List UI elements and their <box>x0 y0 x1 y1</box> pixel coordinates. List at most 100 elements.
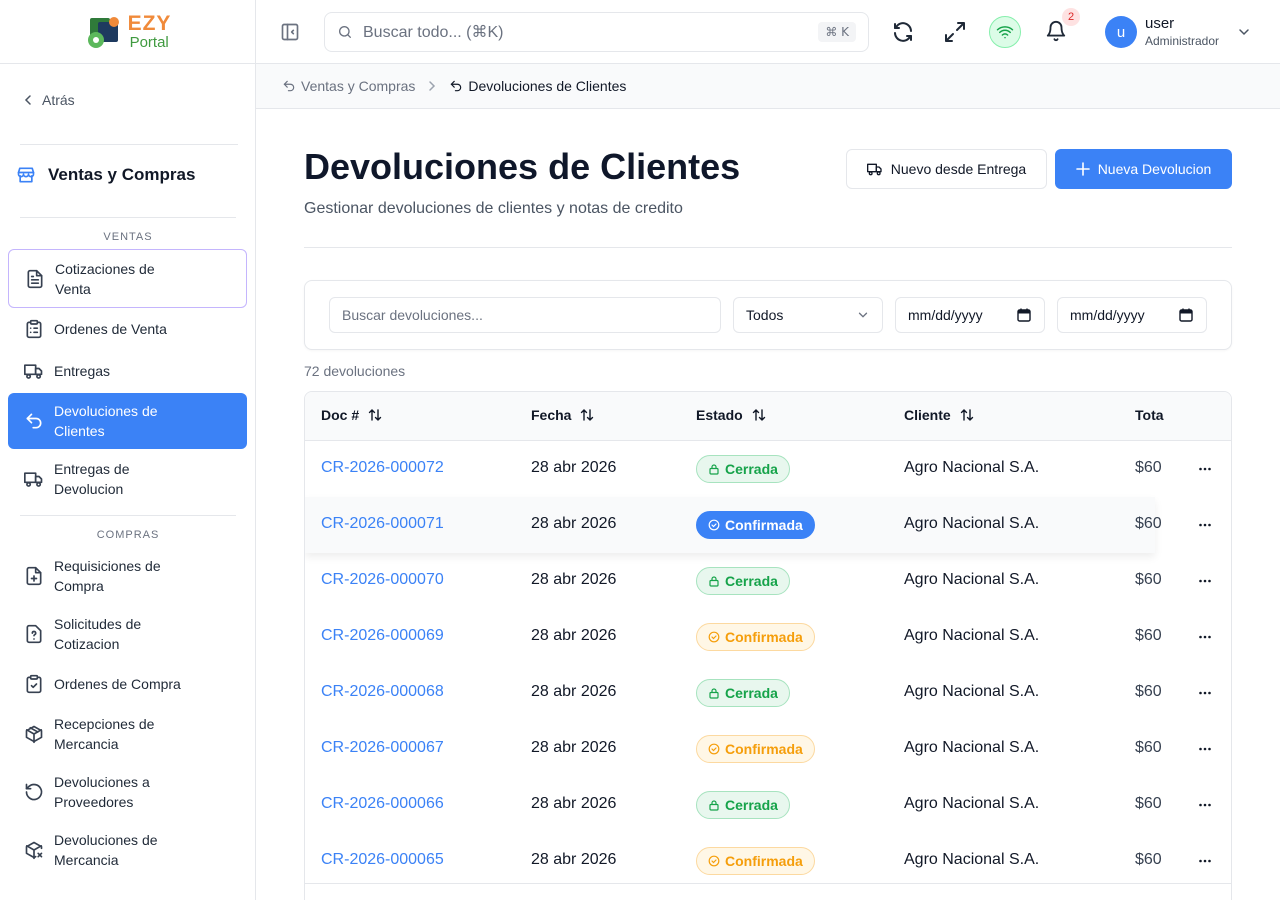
avatar[interactable]: u <box>1105 16 1137 48</box>
status-badge: Cerrada <box>696 791 790 819</box>
date-from-input[interactable]: mm/dd/yyyy <box>895 297 1045 333</box>
user-name[interactable]: user <box>1145 15 1174 32</box>
table-row[interactable]: CR-2026-000069 28 abr 2026 Confirmada Agro … <box>305 609 1231 665</box>
rotate-ccw-icon <box>25 783 43 801</box>
breadcrumb-item[interactable]: Ventas y Compras <box>282 78 415 94</box>
status-label: Cerrada <box>725 461 778 477</box>
table-row[interactable]: CR-2026-000067 28 abr 2026 Confirmada Agro … <box>305 721 1231 777</box>
divider <box>20 515 236 516</box>
sidebar-item-ordenes-venta[interactable]: Ordenes de Venta <box>8 316 247 342</box>
column-header-doc[interactable]: Doc # <box>321 407 383 423</box>
row-actions-button[interactable] <box>1197 685 1213 701</box>
status-badge: Confirmada <box>696 511 815 539</box>
search-placeholder: Buscar devoluciones... <box>342 307 483 323</box>
module-title: Ventas y Compras <box>16 165 195 185</box>
button-label: Nuevo desde Entrega <box>890 161 1027 177</box>
sidebar-item-recepciones[interactable]: Recepciones de Mercancia <box>8 714 247 754</box>
section-label-compras: COMPRAS <box>96 529 160 541</box>
more-horizontal-icon <box>1199 579 1211 583</box>
column-header-fecha[interactable]: Fecha <box>531 407 595 423</box>
refresh-button[interactable] <box>891 20 915 44</box>
sidebar-item-entregas[interactable]: Entregas <box>8 358 247 384</box>
status-badge: Confirmada <box>696 623 815 651</box>
doc-link[interactable]: CR-2026-000068 <box>321 683 444 701</box>
search-icon <box>339 26 351 38</box>
sidebar-item-entregas-devolucion[interactable]: Entregas de Devolucion <box>8 459 247 499</box>
global-search-input[interactable]: Buscar todo... (⌘K) ⌘ K <box>324 12 869 52</box>
status-filter-select[interactable]: Todos <box>733 297 883 333</box>
row-actions-button[interactable] <box>1197 741 1213 757</box>
calendar-icon[interactable] <box>1178 307 1194 323</box>
back-label: Atrás <box>42 92 75 108</box>
user-menu-button[interactable] <box>1236 24 1252 40</box>
returns-search-input[interactable]: Buscar devoluciones... <box>329 297 721 333</box>
sidebar-item-cotizaciones[interactable]: Cotizaciones de Venta <box>8 249 247 308</box>
table-row[interactable]: CR-2026-000070 28 abr 2026 Cerrada Agro Nac… <box>305 553 1231 609</box>
results-count: 72 devoluciones <box>304 363 406 379</box>
status-badge: Cerrada <box>696 679 790 707</box>
search-placeholder: Buscar todo... (⌘K) <box>363 24 504 41</box>
doc-link[interactable]: CR-2026-000070 <box>321 571 444 589</box>
sidebar-item-devoluciones-mercancia[interactable]: Devoluciones de Mercancia <box>8 830 247 870</box>
column-header-total[interactable]: Tota <box>1135 407 1165 423</box>
sidebar-item-devoluciones-clientes[interactable]: Devoluciones de Clientes <box>8 393 247 449</box>
sidebar-toggle-button[interactable] <box>280 22 300 42</box>
doc-link[interactable]: CR-2026-000071 <box>321 515 444 533</box>
table-row[interactable]: CR-2026-000066 28 abr 2026 Cerrada Agro Nac… <box>305 777 1231 833</box>
row-actions-button[interactable] <box>1197 573 1213 589</box>
sort-icon <box>581 409 594 421</box>
table-row[interactable]: CR-2026-000072 28 abr 2026 Cerrada Agro Nac… <box>305 441 1231 497</box>
select-value: Todos <box>746 307 784 323</box>
column-header-estado[interactable]: Estado <box>696 407 767 423</box>
back-link[interactable]: Atrás <box>22 92 75 108</box>
more-horizontal-icon <box>1199 747 1211 751</box>
total-cell: $60 <box>1135 795 1162 812</box>
customer-cell: Agro Nacional S.A. <box>904 683 1040 700</box>
column-header-cliente[interactable]: Cliente <box>904 407 975 423</box>
logo[interactable]: EZY Portal <box>0 0 255 64</box>
row-actions-button[interactable] <box>1197 517 1213 533</box>
sidebar-item-label: Solicitudes de Cotizacion <box>54 616 142 652</box>
check-circle-icon <box>708 743 720 755</box>
truck-icon <box>866 163 882 176</box>
sidebar-item-solicitudes-cotizacion[interactable]: Solicitudes de Cotizacion <box>8 614 247 654</box>
doc-link[interactable]: CR-2026-000072 <box>321 459 444 477</box>
connection-status-button[interactable] <box>989 16 1021 48</box>
fullscreen-button[interactable] <box>943 20 967 44</box>
check-circle-icon <box>708 631 720 643</box>
table-row[interactable]: CR-2026-000071 28 abr 2026 Confirmada Agro … <box>305 497 1211 553</box>
table-row[interactable]: CR-2026-000068 28 abr 2026 Cerrada Agro Nac… <box>305 665 1231 721</box>
doc-link[interactable]: CR-2026-000069 <box>321 627 444 645</box>
doc-link[interactable]: CR-2026-000066 <box>321 795 444 813</box>
chevron-right-icon <box>429 81 436 91</box>
sidebar-item-devoluciones-proveedores[interactable]: Devoluciones a Proveedores <box>8 772 247 812</box>
status-badge: Cerrada <box>696 567 790 595</box>
new-return-button[interactable]: Nueva Devolucion <box>1055 149 1232 189</box>
calendar-icon[interactable] <box>1016 307 1032 323</box>
total-cell: $60 <box>1135 683 1162 700</box>
column-label: Doc # <box>321 407 360 423</box>
column-label: Fecha <box>531 407 572 423</box>
date-cell: 28 abr 2026 <box>531 515 617 532</box>
date-cell: 28 abr 2026 <box>531 571 617 588</box>
clipboard-list-icon <box>26 319 42 339</box>
sidebar-item-label: Entregas de Devolucion <box>54 461 130 497</box>
doc-link[interactable]: CR-2026-000067 <box>321 739 444 757</box>
date-to-input[interactable]: mm/dd/yyyy <box>1057 297 1207 333</box>
row-actions-button[interactable] <box>1197 797 1213 813</box>
row-actions-button[interactable] <box>1197 461 1213 477</box>
new-from-delivery-button[interactable]: Nuevo desde Entrega <box>846 149 1047 189</box>
table-row[interactable]: CR-2026-000065 28 abr 2026 Confirmada Agro … <box>305 833 1231 889</box>
doc-link[interactable]: CR-2026-000065 <box>321 851 444 869</box>
status-label: Confirmada <box>725 629 803 645</box>
sidebar-item-requisiciones[interactable]: Requisiciones de Compra <box>8 556 247 596</box>
button-label: Nueva Devolucion <box>1097 161 1212 177</box>
row-actions-button[interactable] <box>1197 629 1213 645</box>
status-badge: Confirmada <box>696 735 815 763</box>
customer-cell: Agro Nacional S.A. <box>904 571 1040 588</box>
sidebar-item-label: Devoluciones de Clientes <box>54 403 158 439</box>
sidebar-item-ordenes-compra[interactable]: Ordenes de Compra <box>8 671 247 697</box>
file-plus-icon <box>26 566 42 586</box>
date-cell: 28 abr 2026 <box>531 739 617 756</box>
row-actions-button[interactable] <box>1197 853 1213 869</box>
